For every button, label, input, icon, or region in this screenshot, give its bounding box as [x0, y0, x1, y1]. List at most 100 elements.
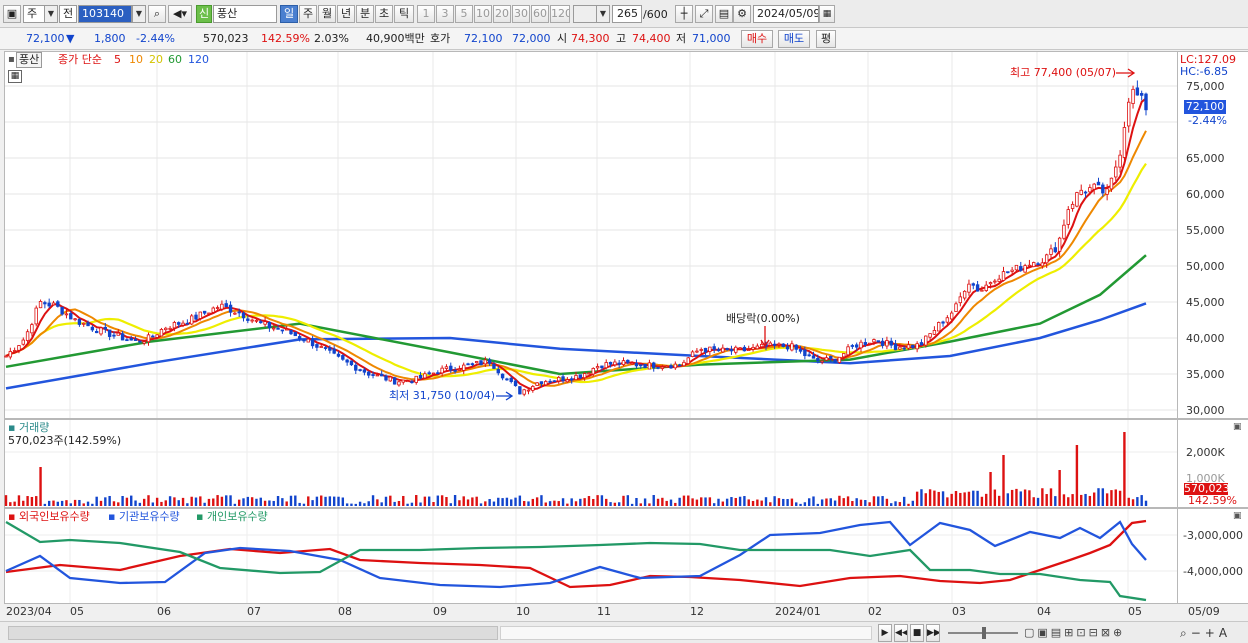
scroll-track[interactable] — [8, 626, 498, 640]
candle-body — [259, 321, 263, 324]
price-tick-75000: 75,000 — [1186, 80, 1225, 93]
candle-body — [1118, 154, 1122, 168]
candle-body — [1075, 192, 1079, 207]
zoom-slider-thumb[interactable] — [982, 627, 986, 639]
volume-bar — [531, 498, 535, 506]
volume-bar — [687, 495, 690, 506]
zoom-controls-icons[interactable]: ⌕−+A — [1180, 626, 1231, 640]
volume-title: ▪ 거래량 — [8, 421, 50, 434]
volume-bar — [337, 496, 340, 506]
candle-body — [69, 313, 73, 320]
candle-body — [772, 343, 777, 346]
volume-bar — [432, 502, 435, 506]
volume-bar — [17, 495, 21, 506]
volume-title-text: 거래량 — [18, 421, 50, 434]
candle-body — [1044, 254, 1049, 264]
volume-bar — [380, 502, 383, 506]
volume-bar — [488, 499, 491, 506]
volume-bar — [980, 496, 984, 506]
candle-body — [492, 363, 496, 369]
candle-body — [1105, 188, 1109, 195]
volume-bar — [751, 500, 755, 506]
candle-body — [358, 369, 362, 371]
volume-bar — [259, 497, 262, 506]
current-price-tag: 72,100 — [1184, 100, 1226, 114]
candle-body — [38, 301, 43, 309]
view-tools-icons[interactable]: ▢▣▤⊞⊡⊟⊠⊕ — [1024, 626, 1125, 640]
xaxis-label-start: 2023/04 — [6, 605, 52, 618]
candle-body — [280, 329, 285, 332]
volume-bar — [652, 495, 655, 506]
candle-body — [647, 362, 652, 370]
volume-bar — [199, 496, 202, 506]
volume-bar — [328, 496, 332, 506]
candle-body — [336, 353, 341, 357]
volume-bar — [164, 500, 167, 506]
candle-body — [345, 359, 349, 363]
candle-body — [172, 322, 177, 329]
candle-body — [1027, 264, 1032, 267]
holdings-close-icon[interactable]: ▣ — [1233, 509, 1242, 523]
volume-bar — [125, 497, 129, 506]
xaxis-label-may-2024: 05 — [1128, 605, 1142, 618]
volume-bar — [1140, 495, 1143, 506]
volume-bar — [527, 501, 530, 506]
volume-bar — [320, 495, 323, 506]
volume-bar — [730, 497, 733, 506]
candle-body — [1057, 237, 1062, 252]
candle-body — [431, 372, 436, 375]
fast-forward-icon[interactable]: ▶▶ — [926, 624, 940, 642]
scroll-range[interactable] — [500, 626, 872, 640]
volume-bar — [160, 501, 163, 506]
candle-body — [51, 302, 56, 306]
candle-body — [1127, 101, 1131, 127]
volume-bar — [229, 495, 232, 506]
table-icon[interactable]: ▦ — [8, 70, 22, 83]
candle-body — [863, 342, 868, 345]
candle-body — [919, 342, 924, 346]
volume-bar — [561, 498, 565, 506]
rewind-icon[interactable]: ◀◀ — [894, 624, 908, 642]
pane-collapse-icon[interactable]: ▪ — [8, 53, 15, 67]
candle-body — [837, 356, 842, 363]
stop-icon[interactable]: ■ — [910, 624, 924, 642]
candle-body — [354, 364, 358, 371]
candle-body — [220, 303, 224, 310]
xaxis-label-jun: 06 — [157, 605, 171, 618]
candle-body — [112, 334, 116, 337]
volume-bar — [289, 495, 293, 506]
candle-body — [915, 343, 919, 350]
candle-body — [388, 376, 393, 382]
volume-bars — [4, 432, 1148, 506]
candle-body — [487, 359, 492, 364]
volume-bar — [1118, 490, 1122, 506]
volume-bar — [151, 502, 155, 506]
candle-body — [21, 339, 25, 345]
candle-body — [993, 280, 997, 283]
candle-body — [859, 341, 863, 349]
volume-bar — [376, 499, 379, 506]
volume-bar — [272, 500, 275, 506]
candle-body — [401, 379, 405, 383]
candle-body — [738, 347, 742, 350]
volume-bar — [449, 503, 452, 506]
volume-bar — [1002, 455, 1005, 506]
candle-body — [392, 377, 397, 385]
volume-bar — [415, 495, 418, 506]
volume-bar — [613, 502, 617, 506]
ma20-legend: 20 — [149, 53, 163, 66]
candle-body — [470, 363, 475, 366]
candle-body — [608, 361, 613, 365]
low-arrow-icon — [496, 391, 514, 401]
volume-bar — [656, 498, 660, 506]
volume-bar — [91, 503, 94, 506]
volume-bar — [1114, 489, 1117, 506]
volume-bar — [108, 495, 111, 506]
candle-body — [958, 296, 963, 304]
volume-close-icon[interactable]: ▣ — [1233, 420, 1242, 434]
volume-bar — [760, 500, 763, 506]
price-tick-60000: 60,000 — [1186, 188, 1225, 201]
scroll-right-icon[interactable]: ▶ — [878, 624, 892, 642]
candle-body — [790, 343, 794, 351]
candle-body — [116, 332, 120, 336]
